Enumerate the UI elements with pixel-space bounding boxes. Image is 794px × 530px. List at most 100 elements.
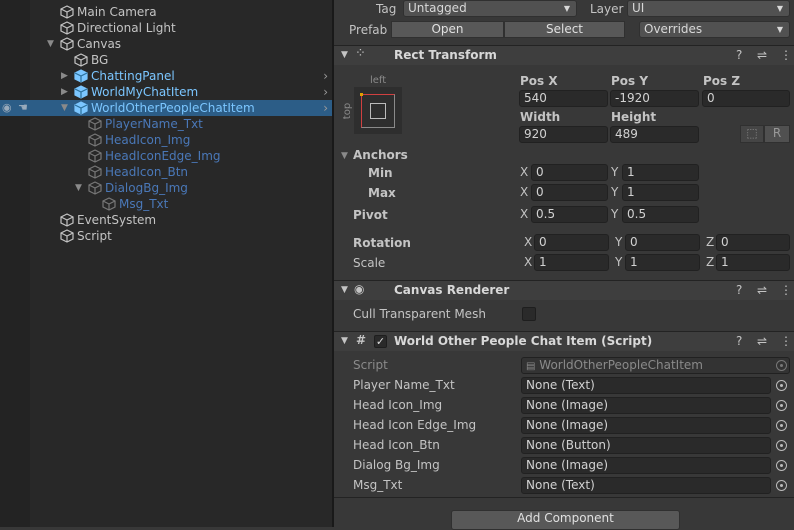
- overrides-dropdown[interactable]: Overrides ▼: [639, 21, 790, 38]
- hierarchy-item[interactable]: ▶ ChattingPanel ›: [0, 68, 332, 84]
- more-menu-icon[interactable]: ⋮: [780, 48, 792, 62]
- hierarchy-item[interactable]: EventSystem: [0, 212, 332, 228]
- foldout-arrow-icon[interactable]: ▼: [341, 285, 348, 295]
- chevron-right-icon[interactable]: ›: [323, 84, 328, 100]
- hierarchy-item-label: WorldMyChatItem: [91, 85, 199, 99]
- script-value: WorldOtherPeopleChatItem: [539, 358, 703, 372]
- object-picker-icon[interactable]: [776, 380, 787, 391]
- component-title: Canvas Renderer: [394, 283, 510, 297]
- object-picker-icon[interactable]: [776, 480, 787, 491]
- gameobject-cube-icon: [88, 133, 102, 147]
- enabled-checkbox[interactable]: ✓: [374, 335, 387, 348]
- height-field[interactable]: 489: [610, 126, 699, 143]
- more-menu-icon[interactable]: ⋮: [780, 334, 792, 348]
- cull-transparent-checkbox[interactable]: [522, 307, 536, 321]
- pos-x-field[interactable]: 540: [519, 90, 608, 107]
- tag-dropdown[interactable]: Untagged ▼: [403, 0, 577, 17]
- hierarchy-item-label: HeadIconEdge_Img: [105, 149, 221, 163]
- gameobject-cube-icon: [60, 213, 74, 227]
- hierarchy-item[interactable]: PlayerName_Txt: [0, 116, 332, 132]
- rotation-x-field[interactable]: 0: [534, 234, 609, 251]
- anchors-foldout-icon[interactable]: ▼: [341, 148, 348, 164]
- help-icon[interactable]: ?: [736, 283, 742, 297]
- hierarchy-item[interactable]: HeadIcon_Img: [0, 132, 332, 148]
- pivot-x-field[interactable]: 0.5: [531, 206, 608, 223]
- object-picker-icon[interactable]: [776, 420, 787, 431]
- presets-icon[interactable]: ⇌: [757, 283, 767, 297]
- hierarchy-item[interactable]: ◉ ☚ ▼ WorldOtherPeopleChatItem ›: [0, 100, 332, 116]
- object-reference-field[interactable]: None (Image): [521, 457, 771, 474]
- expand-arrow-down-icon[interactable]: ▼: [75, 180, 82, 196]
- presets-icon[interactable]: ⇌: [757, 334, 767, 348]
- panel-divider[interactable]: [332, 0, 334, 527]
- object-reference-field[interactable]: None (Button): [521, 437, 771, 454]
- cull-transparent-label: Cull Transparent Mesh: [353, 307, 486, 321]
- hierarchy-item[interactable]: ▼ Canvas: [0, 36, 332, 52]
- hierarchy-item-label: DialogBg_Img: [105, 181, 188, 195]
- hierarchy-item[interactable]: HeadIcon_Btn: [0, 164, 332, 180]
- foldout-arrow-icon[interactable]: ▼: [341, 336, 348, 346]
- overrides-label: Overrides: [644, 22, 703, 36]
- visibility-eye-icon[interactable]: ◉: [2, 100, 12, 116]
- rect-transform-header[interactable]: ▼ ⁘ Rect Transform ? ⇌ ⋮: [334, 45, 794, 65]
- canvas-renderer-header[interactable]: ▼ ◉ Canvas Renderer ? ⇌ ⋮: [334, 280, 794, 300]
- scale-y-field[interactable]: 1: [625, 254, 700, 271]
- hierarchy-item[interactable]: ▼ DialogBg_Img: [0, 180, 332, 196]
- chevron-right-icon[interactable]: ›: [323, 68, 328, 84]
- expand-arrow-right-icon[interactable]: ▶: [61, 68, 68, 84]
- pivot-y-field[interactable]: 0.5: [622, 206, 699, 223]
- width-label: Width: [520, 110, 561, 124]
- anchor-max-y-field[interactable]: 1: [622, 184, 699, 201]
- presets-icon[interactable]: ⇌: [757, 48, 767, 62]
- raw-edit-button[interactable]: R: [764, 125, 790, 143]
- gameobject-cube-icon: [88, 181, 102, 195]
- expand-arrow-right-icon[interactable]: ▶: [61, 84, 68, 100]
- help-icon[interactable]: ?: [736, 334, 742, 348]
- scale-z-field[interactable]: 1: [716, 254, 790, 271]
- rotation-x-axis-label: X: [524, 235, 533, 249]
- prefab-select-button[interactable]: Select: [504, 21, 625, 38]
- object-reference-field[interactable]: None (Image): [521, 417, 771, 434]
- anchor-min-x-field[interactable]: 0: [531, 164, 608, 181]
- script-component-header[interactable]: ▼ # ✓ World Other People Chat Item (Scri…: [334, 331, 794, 351]
- expand-arrow-down-icon[interactable]: ▼: [47, 36, 54, 52]
- foldout-arrow-icon[interactable]: ▼: [341, 50, 348, 60]
- layer-dropdown[interactable]: UI ▼: [627, 0, 790, 17]
- more-menu-icon[interactable]: ⋮: [780, 283, 792, 297]
- add-component-button[interactable]: Add Component: [451, 510, 680, 530]
- object-reference-field[interactable]: None (Image): [521, 397, 771, 414]
- hierarchy-item-label: Main Camera: [77, 5, 157, 19]
- hierarchy-item[interactable]: Msg_Txt: [0, 196, 332, 212]
- help-icon[interactable]: ?: [736, 48, 742, 62]
- hierarchy-item[interactable]: HeadIconEdge_Img: [0, 148, 332, 164]
- hierarchy-item[interactable]: ▶ WorldMyChatItem ›: [0, 84, 332, 100]
- hierarchy-item[interactable]: Main Camera: [0, 4, 332, 20]
- gameobject-cube-icon: [88, 149, 102, 163]
- pickable-hand-icon[interactable]: ☚: [18, 100, 28, 116]
- hierarchy-item-label: Msg_Txt: [119, 197, 169, 211]
- prefab-cube-icon: [74, 101, 88, 115]
- chevron-right-icon[interactable]: ›: [323, 100, 328, 116]
- object-reference-field[interactable]: None (Text): [521, 477, 771, 494]
- object-reference-field[interactable]: None (Text): [521, 377, 771, 394]
- expand-arrow-down-icon[interactable]: ▼: [61, 100, 68, 116]
- object-picker-icon[interactable]: [776, 440, 787, 451]
- hierarchy-item[interactable]: Directional Light: [0, 20, 332, 36]
- hierarchy-item[interactable]: Script: [0, 228, 332, 244]
- scale-x-field[interactable]: 1: [534, 254, 609, 271]
- anchor-max-x-field[interactable]: 0: [531, 184, 608, 201]
- script-field-label: Head Icon Edge_Img: [353, 418, 477, 432]
- width-field[interactable]: 920: [519, 126, 608, 143]
- anchor-preset-button[interactable]: [354, 87, 402, 134]
- blueprint-mode-button[interactable]: ⬚: [740, 125, 764, 143]
- anchor-min-label: Min: [368, 166, 393, 180]
- hierarchy-item[interactable]: BG: [0, 52, 332, 68]
- object-picker-icon[interactable]: [776, 460, 787, 471]
- pos-y-field[interactable]: -1920: [610, 90, 699, 107]
- anchor-min-y-field[interactable]: 1: [622, 164, 699, 181]
- pos-z-field[interactable]: 0: [702, 90, 790, 107]
- object-picker-icon[interactable]: [776, 400, 787, 411]
- prefab-open-button[interactable]: Open: [391, 21, 504, 38]
- rotation-y-field[interactable]: 0: [625, 234, 700, 251]
- rotation-z-field[interactable]: 0: [716, 234, 790, 251]
